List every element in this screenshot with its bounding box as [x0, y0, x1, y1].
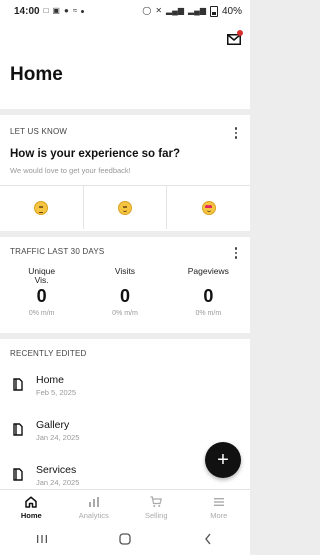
nav-label: Home	[20, 511, 42, 520]
heart-eyes-icon	[201, 200, 216, 215]
stat-value: 0	[119, 286, 130, 306]
feedback-card-label: LET US KNOW	[10, 127, 68, 136]
stat-value: 0	[203, 286, 214, 306]
battery-icon	[209, 5, 218, 17]
stat-visits: Visits 0 0% m/m	[83, 266, 166, 318]
page-date: Jan 24, 2025	[36, 478, 80, 487]
nav-home[interactable]: Home	[0, 490, 63, 523]
rating-neutral-button[interactable]	[0, 186, 83, 229]
status-time: 14:00	[14, 5, 40, 17]
mute-icon: ✕	[155, 6, 163, 15]
page-icon	[13, 468, 23, 481]
nav-analytics[interactable]: Analytics	[63, 490, 126, 523]
system-nav-bar	[0, 523, 250, 555]
back-chevron-icon	[205, 533, 211, 545]
traffic-card: TRAFFIC LAST 30 DAYS Unique Vis. 0 0% m/…	[0, 237, 250, 333]
bottom-nav: Home Analytics Selling More	[0, 489, 250, 523]
battery-level: 40%	[221, 5, 242, 17]
menu-icon	[213, 498, 224, 506]
cart-icon	[150, 496, 163, 507]
page-date: Feb 5, 2025	[36, 388, 77, 397]
nav-label: Analytics	[78, 511, 109, 520]
feedback-question: How is your experience so far?	[10, 148, 181, 160]
feedback-subtitle: We would love to get your feedback!	[10, 166, 131, 175]
nav-selling[interactable]: Selling	[125, 490, 188, 523]
signal-2-icon: ▂▄▆	[188, 6, 206, 15]
bar-chart-icon	[88, 497, 99, 507]
inbox-button[interactable]	[227, 30, 243, 45]
rating-love-button[interactable]	[166, 186, 250, 229]
page-icon	[13, 378, 23, 391]
nav-label: More	[210, 511, 228, 520]
header: Home	[0, 22, 250, 109]
stat-label: Pageviews	[187, 266, 229, 276]
traffic-card-label: TRAFFIC LAST 30 DAYS	[10, 247, 105, 256]
stat-change: 0% m/m	[195, 310, 222, 317]
emoji-rating-row	[0, 185, 250, 229]
stat-label: Unique Vis.	[28, 266, 56, 285]
notification-dot	[237, 30, 243, 36]
wifi-call-icon: ≈	[72, 6, 78, 15]
stat-pageviews: Pageviews 0 0% m/m	[167, 266, 250, 318]
slight-smile-icon	[118, 200, 132, 215]
photo-icon: ▣	[52, 6, 60, 15]
stat-unique-visitors: Unique Vis. 0 0% m/m	[0, 266, 83, 318]
stat-value: 0	[36, 286, 47, 306]
home-system-button[interactable]	[115, 532, 135, 546]
stat-label: Visits	[114, 266, 136, 276]
recent-card-label: RECENTLY EDITED	[10, 349, 87, 358]
traffic-stats: Unique Vis. 0 0% m/m Visits 0 0% m/m Pag…	[0, 266, 250, 318]
recent-list: Home Feb 5, 2025 Gallery Jan 24, 2025 Se…	[0, 371, 250, 506]
recent-apps-button[interactable]	[32, 532, 52, 546]
add-button[interactable]: +	[205, 442, 241, 478]
instagram-icon: □	[43, 6, 49, 15]
neutral-face-icon	[34, 200, 49, 215]
status-left: 14:00 □ ▣ ● ≈	[14, 5, 85, 17]
nav-label: Selling	[144, 511, 168, 520]
page-name: Services	[36, 464, 77, 476]
more-notifications-icon	[81, 9, 85, 13]
page-title: Home	[10, 64, 63, 85]
rating-happy-button[interactable]	[82, 186, 167, 229]
home-icon	[25, 496, 37, 508]
chat-icon: ●	[63, 6, 69, 15]
page-name: Home	[36, 374, 65, 386]
traffic-more-options-icon[interactable]	[234, 247, 238, 259]
recent-apps-icon	[36, 535, 47, 543]
feedback-more-options-icon[interactable]	[234, 127, 238, 139]
circle-home-icon	[119, 533, 131, 545]
signal-icon: ▂▄▆	[166, 6, 184, 15]
page-icon	[13, 423, 23, 436]
list-item[interactable]: Home Feb 5, 2025	[0, 371, 250, 416]
feedback-card: LET US KNOW How is your experience so fa…	[0, 115, 250, 231]
back-button[interactable]	[198, 532, 218, 546]
page-name: Gallery	[36, 419, 70, 431]
status-bar: 14:00 □ ▣ ● ≈ ◯ ✕ ▂▄▆ ▂▄▆ 40%	[0, 0, 250, 22]
stat-change: 0% m/m	[28, 310, 55, 317]
alarm-icon: ◯	[142, 6, 152, 15]
page-date: Jan 24, 2025	[36, 433, 80, 442]
nav-more[interactable]: More	[188, 490, 251, 523]
status-right: ◯ ✕ ▂▄▆ ▂▄▆ 40%	[142, 5, 242, 17]
stat-change: 0% m/m	[112, 310, 138, 317]
